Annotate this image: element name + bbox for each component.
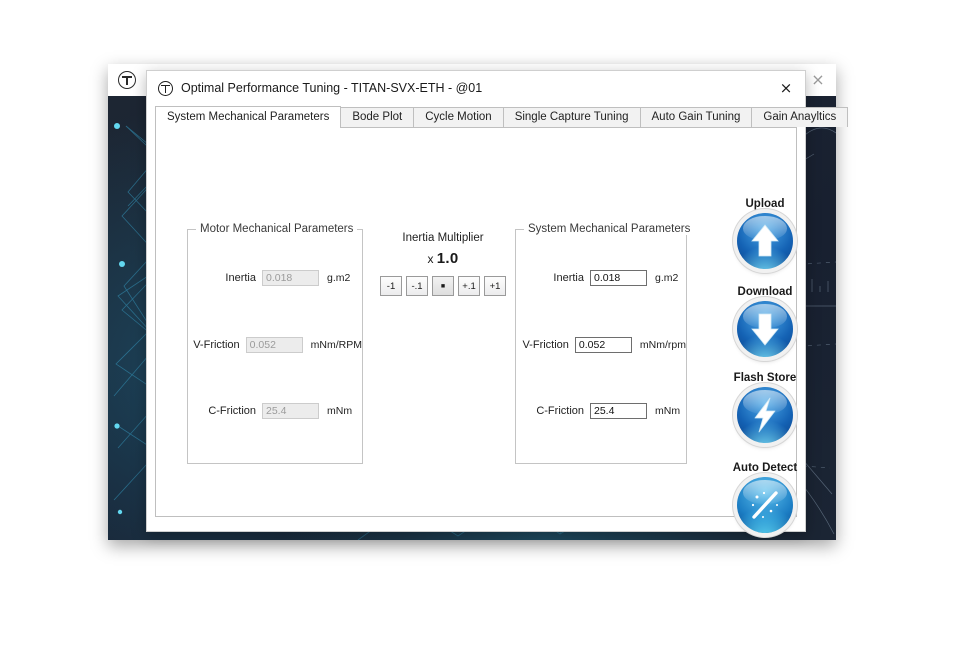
flash-store-button[interactable] — [737, 387, 793, 443]
motor-v-friction-row: V-Friction mNm/RPM — [188, 336, 362, 353]
inertia-multiplier-prefix: x — [427, 252, 433, 266]
inertia-multiplier-button-row: -1 -.1 ■ +.1 +1 — [378, 276, 508, 296]
lightning-bolt-icon — [737, 387, 793, 443]
system-c-friction-label: C-Friction — [516, 405, 590, 417]
tab-system-mechanical-parameters[interactable]: System Mechanical Parameters — [155, 106, 341, 128]
system-c-friction-unit: mNm — [647, 405, 680, 417]
system-c-friction-input[interactable] — [590, 403, 647, 419]
inertia-multiplier-panel: Inertia Multiplier x 1.0 -1 -.1 ■ +.1 +1 — [378, 232, 508, 296]
dialog-logo-icon — [158, 81, 173, 96]
multiplier-minus-point-one-button[interactable]: -.1 — [406, 276, 428, 296]
system-group-legend: System Mechanical Parameters — [524, 223, 694, 235]
tab-panel-system-mechanical-parameters: Motor Mechanical Parameters Inertia g.m2… — [155, 128, 797, 517]
flash-store-action: Flash Store — [717, 372, 813, 443]
motor-inertia-label: Inertia — [188, 272, 262, 284]
tab-bode-plot[interactable]: Bode Plot — [340, 107, 414, 127]
system-inertia-row: Inertia g.m2 — [516, 269, 686, 286]
system-inertia-label: Inertia — [516, 272, 590, 284]
motor-v-friction-label: V-Friction — [188, 339, 246, 351]
system-mechanical-parameters-group: System Mechanical Parameters Inertia g.m… — [515, 229, 687, 464]
tab-gain-analytics[interactable]: Gain Anayltics — [751, 107, 848, 127]
auto-detect-button[interactable] — [737, 477, 793, 533]
download-label: Download — [717, 286, 813, 298]
inertia-multiplier-title: Inertia Multiplier — [378, 232, 508, 244]
arrow-down-icon — [737, 301, 793, 357]
motor-inertia-unit: g.m2 — [319, 272, 350, 284]
upload-button[interactable] — [737, 213, 793, 269]
upload-action: Upload — [717, 198, 813, 269]
motor-mechanical-parameters-group: Motor Mechanical Parameters Inertia g.m2… — [187, 229, 363, 464]
inertia-multiplier-value-display: x 1.0 — [378, 250, 508, 267]
multiplier-minus-one-button[interactable]: -1 — [380, 276, 402, 296]
download-button[interactable] — [737, 301, 793, 357]
tab-cycle-motion[interactable]: Cycle Motion — [413, 107, 503, 127]
multiplier-plus-point-one-button[interactable]: +.1 — [458, 276, 480, 296]
magic-wand-icon — [737, 477, 793, 533]
motor-c-friction-label: C-Friction — [188, 405, 262, 417]
tab-auto-gain-tuning[interactable]: Auto Gain Tuning — [640, 107, 753, 127]
system-v-friction-row: V-Friction mNm/rpm — [516, 336, 686, 353]
download-action: Download — [717, 286, 813, 357]
motor-c-friction-input — [262, 403, 319, 419]
system-v-friction-input[interactable] — [575, 337, 632, 353]
app-logo-icon — [118, 71, 136, 89]
system-v-friction-label: V-Friction — [516, 339, 575, 351]
inertia-multiplier-value: 1.0 — [437, 250, 459, 267]
background-window-close-icon[interactable]: × — [808, 70, 828, 90]
multiplier-reset-button[interactable]: ■ — [432, 276, 454, 296]
motor-inertia-input — [262, 270, 319, 286]
dialog-titlebar: Optimal Performance Tuning - TITAN-SVX-E… — [147, 71, 805, 106]
multiplier-plus-one-button[interactable]: +1 — [484, 276, 506, 296]
motor-c-friction-row: C-Friction mNm — [188, 402, 362, 419]
system-v-friction-unit: mNm/rpm — [632, 339, 686, 351]
system-inertia-unit: g.m2 — [647, 272, 678, 284]
system-inertia-input[interactable] — [590, 270, 647, 286]
motor-inertia-row: Inertia g.m2 — [188, 269, 362, 286]
upload-label: Upload — [717, 198, 813, 210]
flash-store-label: Flash Store — [717, 372, 813, 384]
motor-group-legend: Motor Mechanical Parameters — [196, 223, 357, 235]
auto-detect-action: Auto Detect — [717, 462, 813, 533]
arrow-up-icon — [737, 213, 793, 269]
tab-bar: System Mechanical Parameters Bode Plot C… — [155, 106, 797, 128]
system-c-friction-row: C-Friction mNm — [516, 402, 686, 419]
optimal-performance-tuning-dialog: Optimal Performance Tuning - TITAN-SVX-E… — [146, 70, 806, 532]
motor-c-friction-unit: mNm — [319, 405, 352, 417]
dialog-title: Optimal Performance Tuning - TITAN-SVX-E… — [181, 81, 482, 95]
close-icon[interactable]: × — [774, 77, 798, 99]
tab-single-capture-tuning[interactable]: Single Capture Tuning — [503, 107, 641, 127]
motor-v-friction-input — [246, 337, 303, 353]
motor-v-friction-unit: mNm/RPM — [303, 339, 362, 351]
auto-detect-label: Auto Detect — [717, 462, 813, 474]
